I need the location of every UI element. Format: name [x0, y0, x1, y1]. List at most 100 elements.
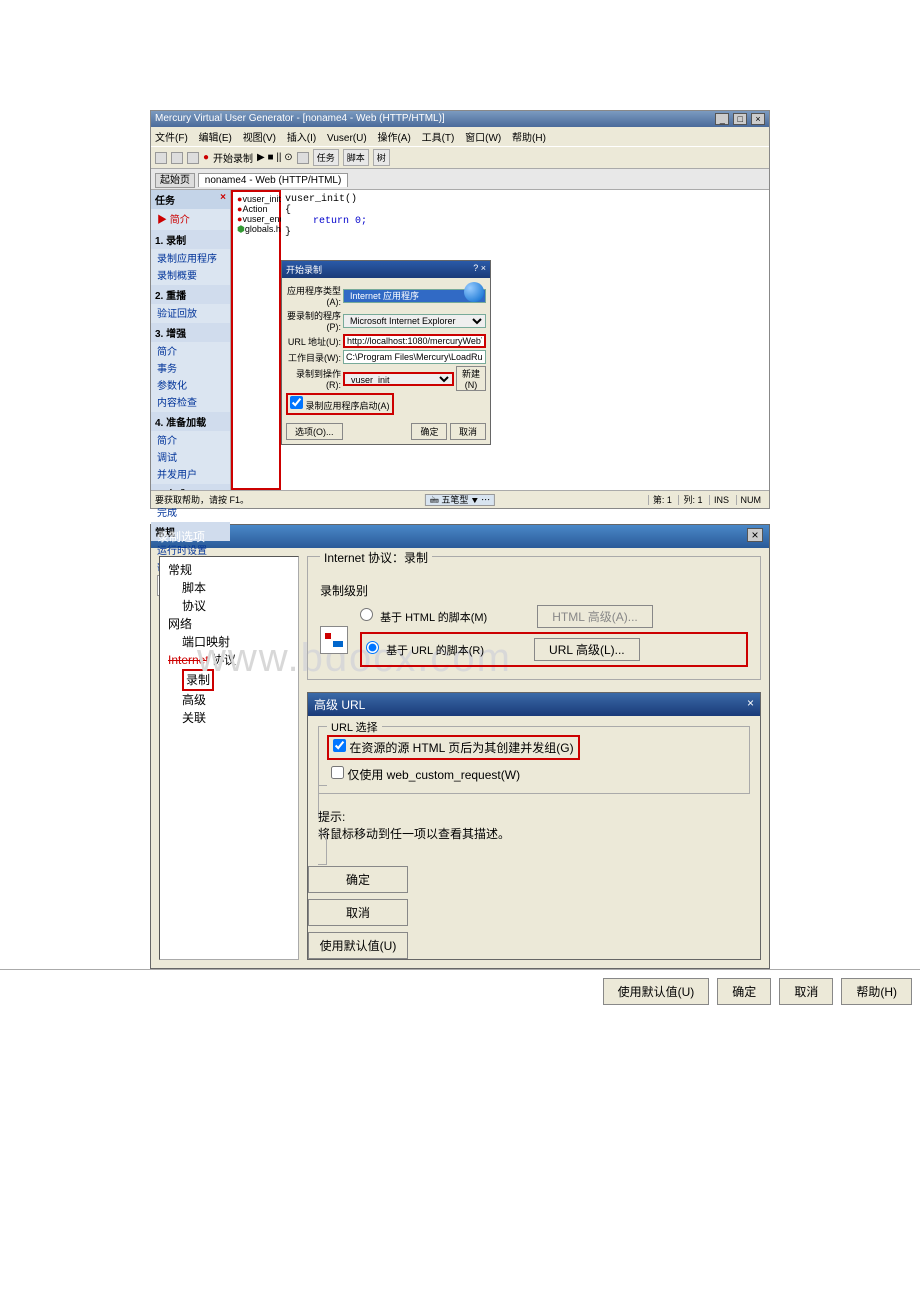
menu-vuser[interactable]: Vuser(U) [327, 133, 367, 144]
item-record-summary[interactable]: 录制概要 [151, 266, 230, 283]
check-record-startup[interactable]: 录制应用程序启动(A) [286, 393, 394, 415]
tree-protocol[interactable]: 协议 [164, 597, 294, 615]
lbl-url: URL 地址(U): [286, 335, 341, 348]
sec-record: 1. 录制 [151, 230, 230, 249]
new-icon[interactable] [155, 152, 167, 164]
tree-vuser-init[interactable]: vuser_init [242, 194, 281, 204]
item-e3[interactable]: 参数化 [151, 376, 230, 393]
item-e4[interactable]: 内容检查 [151, 393, 230, 410]
dialog-close-icon[interactable]: × [747, 528, 763, 542]
start-record-label[interactable]: 开始录制 [213, 150, 253, 165]
task-btn[interactable]: 任务 [313, 149, 339, 166]
tabbar: 起始页 noname4 - Web (HTTP/HTML) [151, 169, 769, 190]
maximize-icon[interactable]: □ [733, 113, 747, 125]
item-record-app[interactable]: 录制应用程序 [151, 249, 230, 266]
ime-indicator[interactable]: 🖮 五笔型 ⯆ ⋯ [425, 494, 495, 506]
tree-script[interactable]: 脚本 [164, 579, 294, 597]
tree-globals[interactable]: globals.h [245, 224, 281, 234]
inner-title: 高级 URL [314, 696, 365, 713]
radio-url[interactable]: 基于 URL 的脚本(R) [366, 641, 484, 658]
task-intro[interactable]: ▶ 简介 [151, 209, 230, 228]
level-legend: 录制级别 [320, 582, 748, 599]
menu-view[interactable]: 视图(V) [243, 133, 276, 144]
item-verify[interactable]: 验证回放 [151, 304, 230, 321]
open-icon[interactable] [171, 152, 183, 164]
dlg-help-close[interactable]: ? × [473, 263, 486, 276]
minimize-icon[interactable]: _ [715, 113, 729, 125]
menu-file[interactable]: 文件(F) [155, 133, 188, 144]
item-p3[interactable]: 并发用户 [151, 465, 230, 482]
status-help: 要获取帮助，请按 F1。 [155, 493, 249, 506]
footer-help-button[interactable]: 帮助(H) [841, 978, 912, 1005]
status-row: 第: 1 [648, 495, 676, 505]
globe-icon [464, 282, 484, 302]
tree-vuser-end[interactable]: vuser_end [242, 214, 284, 224]
tree-action[interactable]: Action [242, 204, 267, 214]
menu-window[interactable]: 窗口(W) [465, 133, 501, 144]
statusbar: 要获取帮助，请按 F1。 🖮 五笔型 ⯆ ⋯ 第: 1 列: 1 INS NUM [151, 490, 769, 508]
code-line-fn: vuser_init() [285, 194, 765, 205]
dialog-title: 录制选项 [157, 528, 205, 545]
select-action[interactable]: vuser_init [343, 372, 454, 386]
tree-correlation[interactable]: 关联 [164, 709, 294, 727]
input-url[interactable] [343, 334, 486, 348]
close-icon[interactable]: × [751, 113, 765, 125]
cancel-button[interactable]: 取消 [450, 423, 486, 440]
tree-iprotocol[interactable]: Internet 协议 [168, 653, 236, 667]
menu-help[interactable]: 帮助(H) [512, 133, 546, 144]
tab-start[interactable]: 起始页 [155, 173, 195, 188]
input-dir[interactable] [343, 350, 486, 364]
vugen-window: Mercury Virtual User Generator - [noname… [150, 110, 770, 509]
radio-html[interactable]: 基于 HTML 的脚本(M) [360, 608, 487, 625]
status-col: 列: 1 [678, 495, 706, 505]
task-close-icon[interactable]: × [220, 192, 226, 207]
menu-tools[interactable]: 工具(T) [422, 133, 455, 144]
new-button[interactable]: 新建(N) [456, 366, 486, 391]
menu-edit[interactable]: 编辑(E) [199, 133, 232, 144]
lbl-browser: 要录制的程序(P): [286, 309, 341, 332]
sec-enhance: 3. 增强 [151, 323, 230, 342]
item-p1[interactable]: 简介 [151, 431, 230, 448]
window-title: Mercury Virtual User Generator - [noname… [155, 113, 445, 125]
footer-ok-button[interactable]: 确定 [717, 978, 771, 1005]
level-icon [320, 626, 348, 654]
save-icon[interactable] [187, 152, 199, 164]
url-advanced-button[interactable]: URL 高级(L)... [534, 638, 640, 661]
inner-defaults-button[interactable]: 使用默认值(U) [308, 932, 408, 959]
code-brace-open: { [285, 205, 765, 216]
inner-cancel-button[interactable]: 取消 [308, 899, 408, 926]
tree-record[interactable]: 录制 [182, 669, 214, 691]
script-btn[interactable]: 脚本 [343, 149, 369, 166]
options-tree[interactable]: 常规 脚本 协议 网络 端口映射 Internet 协议 录制 高级 关联 [159, 556, 299, 960]
footer-defaults-button[interactable]: 使用默认值(U) [603, 978, 710, 1005]
options-main: www.bdocx.com Internet 协议：录制 录制级别 基于 HTM… [307, 556, 761, 960]
tab-script[interactable]: noname4 - Web (HTTP/HTML) [198, 173, 349, 187]
check-concurrent-group[interactable]: 在资源的源 HTML 页后为其创建并发组(G) [327, 735, 580, 760]
tree-advanced[interactable]: 高级 [164, 691, 294, 709]
inner-close-icon[interactable]: × [747, 696, 754, 713]
item-e2[interactable]: 事务 [151, 359, 230, 376]
item-p2[interactable]: 调试 [151, 448, 230, 465]
tree-btn[interactable]: 树 [373, 149, 390, 166]
toolbar: ● 开始录制 ▶ ■ || ⊙ 任务 脚本 树 [151, 146, 769, 169]
task-pane: 任务× ▶ 简介 1. 录制 录制应用程序 录制概要 2. 重播 验证回放 3.… [151, 190, 231, 490]
window-controls: _ □ × [714, 113, 765, 125]
item-e1[interactable]: 简介 [151, 342, 230, 359]
inner-ok-button[interactable]: 确定 [308, 866, 408, 893]
menu-insert[interactable]: 插入(I) [287, 133, 316, 144]
ok-button[interactable]: 确定 [411, 423, 447, 440]
tree-network[interactable]: 网络 [164, 615, 294, 633]
select-browser[interactable]: Microsoft Internet Explorer [343, 314, 486, 328]
code-brace-close: } [285, 227, 765, 238]
menu-action[interactable]: 操作(A) [377, 133, 410, 144]
code-editor[interactable]: vuser_init() { return 0; } 开始录制? × 应用程序类… [281, 190, 769, 490]
options-button[interactable]: 选项(O)... [286, 423, 343, 440]
footer-cancel-button[interactable]: 取消 [779, 978, 833, 1005]
tb-icon[interactable] [297, 152, 309, 164]
main-legend: Internet 协议：录制 [320, 549, 432, 566]
tree-portmap[interactable]: 端口映射 [164, 633, 294, 651]
check-web-custom-request[interactable]: 仅使用 web_custom_request(W) [327, 764, 741, 785]
dlg-title: 开始录制 [286, 263, 322, 276]
start-recording-dialog: 开始录制? × 应用程序类型(A):Internet 应用程序 要录制的程序(P… [281, 260, 491, 445]
tree-general[interactable]: 常规 [164, 561, 294, 579]
